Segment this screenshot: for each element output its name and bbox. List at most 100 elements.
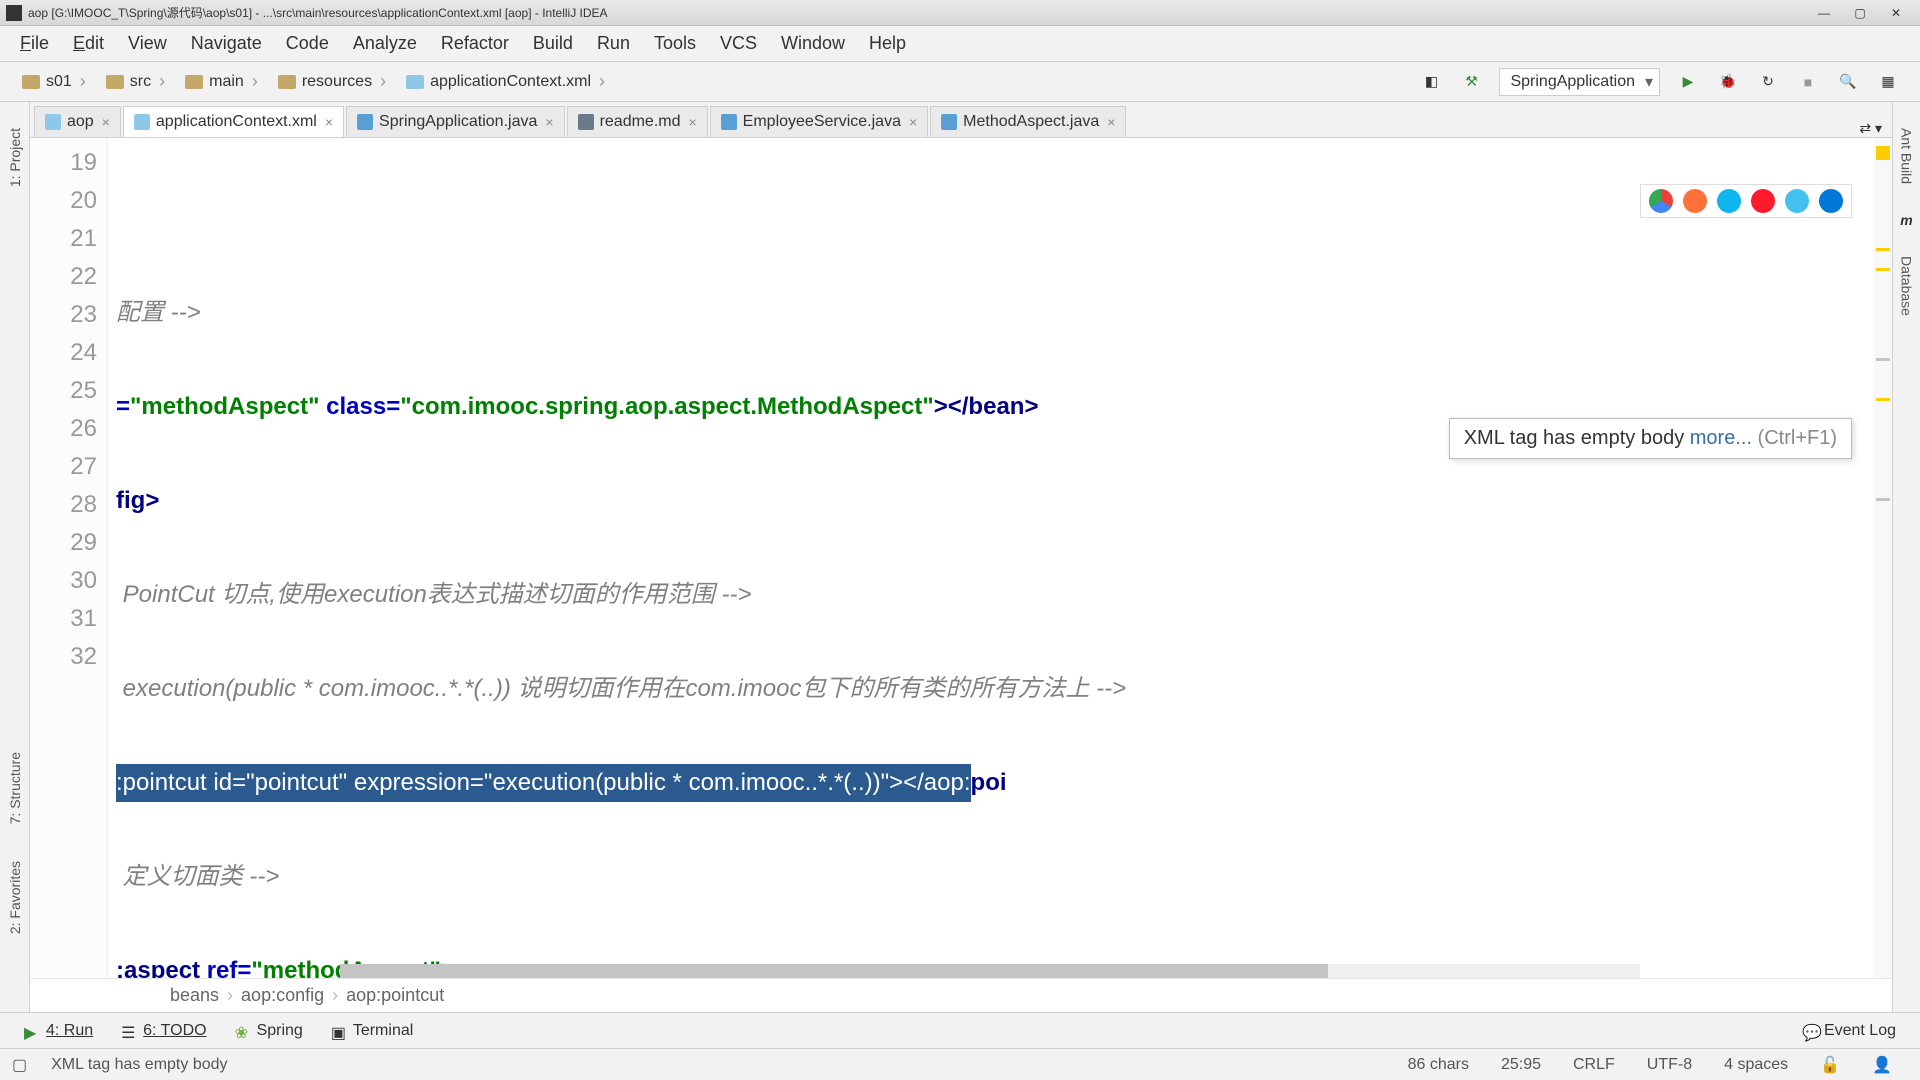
tabs-options[interactable]: ⇄ ▾ <box>1849 120 1892 137</box>
status-bar: ▢ XML tag has empty body 86 chars 25:95 … <box>0 1048 1920 1080</box>
menu-vcs[interactable]: VCS <box>708 27 769 60</box>
editor-area: aop× applicationContext.xml× SpringAppli… <box>30 102 1892 1012</box>
crumb-beans[interactable]: beans <box>170 985 219 1006</box>
status-line-ending[interactable]: CRLF <box>1573 1056 1615 1074</box>
inspection-tooltip: XML tag has empty body more... (Ctrl+F1) <box>1449 418 1852 459</box>
module-icon <box>45 114 61 130</box>
tool-terminal[interactable]: ▣Terminal <box>317 1018 427 1044</box>
tool-run[interactable]: ▶4: Run <box>10 1018 107 1044</box>
tool-spring[interactable]: ❀Spring <box>221 1018 317 1044</box>
app-icon <box>6 5 22 21</box>
firefox-icon[interactable] <box>1683 189 1707 213</box>
tool-event-log[interactable]: 💬Event Log <box>1788 1018 1910 1044</box>
status-window-icon[interactable]: ▢ <box>12 1055 27 1075</box>
tool-structure[interactable]: 7: Structure <box>7 752 23 824</box>
menu-navigate[interactable]: Navigate <box>179 27 274 60</box>
status-chars: 86 chars <box>1408 1056 1469 1074</box>
crumb-project[interactable]: s01 <box>12 69 96 94</box>
coverage-button[interactable]: ↻ <box>1752 66 1784 98</box>
menu-analyze[interactable]: Analyze <box>341 27 429 60</box>
status-position: 25:95 <box>1501 1056 1541 1074</box>
code-content[interactable]: 配置 --> ="methodAspect" class="com.imooc.… <box>108 138 1892 978</box>
tool-project[interactable]: 1: Project <box>7 128 23 187</box>
folder-icon <box>106 75 124 89</box>
tool-maven[interactable]: m <box>1900 202 1912 238</box>
selected-text: :pointcut id="pointcut" expression="exec… <box>116 764 971 802</box>
safari-icon[interactable] <box>1717 189 1741 213</box>
crumb-aop-pointcut[interactable]: aop:pointcut <box>346 985 444 1006</box>
chrome-icon[interactable] <box>1649 189 1673 213</box>
status-indent[interactable]: 4 spaces <box>1724 1056 1788 1074</box>
window-title-bar: aop [G:\IMOOC_T\Spring\源代码\aop\s01] - ..… <box>0 0 1920 26</box>
edge-icon[interactable] <box>1819 189 1843 213</box>
code-editor[interactable]: 19 20 21 22 23 24 25 26 27 28 29 30 31 3… <box>30 138 1892 978</box>
status-encoding[interactable]: UTF-8 <box>1647 1056 1692 1074</box>
run-button[interactable]: ▶ <box>1672 66 1704 98</box>
menu-tools[interactable]: Tools <box>642 27 708 60</box>
inspection-stripe[interactable] <box>1874 138 1892 978</box>
opera-icon[interactable] <box>1751 189 1775 213</box>
menu-bar: File Edit View Navigate Code Analyze Ref… <box>0 26 1920 62</box>
folder-icon <box>185 75 203 89</box>
xml-file-icon <box>134 114 150 130</box>
menu-edit[interactable]: Edit <box>61 27 116 60</box>
build-icon[interactable]: ⚒ <box>1455 66 1487 98</box>
nav-bar: s01 src main resources applicationContex… <box>0 62 1920 102</box>
tab-methodaspect[interactable]: MethodAspect.java× <box>930 106 1126 137</box>
stop-button[interactable]: ■ <box>1792 66 1824 98</box>
close-icon[interactable]: × <box>909 114 917 130</box>
tool-favorites[interactable]: 2: Favorites <box>7 861 23 934</box>
crumb-src[interactable]: src <box>96 69 175 94</box>
tool-ant-build[interactable]: Ant Build <box>1899 128 1915 184</box>
window-title: aop [G:\IMOOC_T\Spring\源代码\aop\s01] - ..… <box>28 4 1806 21</box>
status-hector-icon[interactable]: 👤 <box>1872 1055 1892 1075</box>
class-icon <box>941 114 957 130</box>
menu-window[interactable]: Window <box>769 27 857 60</box>
class-icon <box>357 114 373 130</box>
menu-file[interactable]: File <box>8 27 61 60</box>
class-icon <box>721 114 737 130</box>
crumb-resources[interactable]: resources <box>268 69 396 94</box>
tab-applicationcontext[interactable]: applicationContext.xml× <box>123 106 344 137</box>
crumb-main[interactable]: main <box>175 69 268 94</box>
debug-button[interactable]: 🐞 <box>1712 66 1744 98</box>
crumb-file[interactable]: applicationContext.xml <box>396 69 615 94</box>
browser-preview-icons <box>1640 184 1852 218</box>
crumb-aop-config[interactable]: aop:config <box>241 985 324 1006</box>
close-icon[interactable]: × <box>688 114 696 130</box>
menu-refactor[interactable]: Refactor <box>429 27 521 60</box>
minimize-button[interactable]: — <box>1806 1 1842 25</box>
tool-database[interactable]: Database <box>1899 256 1915 316</box>
close-icon[interactable]: × <box>545 114 553 130</box>
folder-icon <box>278 75 296 89</box>
menu-run[interactable]: Run <box>585 27 642 60</box>
xml-breadcrumbs: beans› aop:config› aop:pointcut <box>30 978 1892 1012</box>
bottom-tool-tabs: ▶4: Run ☰6: TODO ❀Spring ▣Terminal 💬Even… <box>0 1012 1920 1048</box>
target-icon[interactable]: ◧ <box>1415 66 1447 98</box>
search-everywhere-icon[interactable]: 🔍 <box>1832 66 1864 98</box>
tab-employeeservice[interactable]: EmployeeService.java× <box>710 106 928 137</box>
run-config-select[interactable]: SpringApplication <box>1499 68 1660 96</box>
menu-view[interactable]: View <box>116 27 179 60</box>
horizontal-scrollbar[interactable] <box>340 964 1640 978</box>
menu-help[interactable]: Help <box>857 27 918 60</box>
status-lock-icon[interactable]: 🔓 <box>1820 1055 1840 1075</box>
tab-springapplication[interactable]: SpringApplication.java× <box>346 106 565 137</box>
tool-todo[interactable]: ☰6: TODO <box>107 1018 220 1044</box>
xml-file-icon <box>406 75 424 89</box>
close-icon[interactable]: × <box>1107 114 1115 130</box>
menu-build[interactable]: Build <box>521 27 585 60</box>
left-tool-strip: 1: Project 7: Structure 2: Favorites <box>0 102 30 1012</box>
close-icon[interactable]: × <box>102 114 110 130</box>
qq-browser-icon[interactable] <box>1785 189 1809 213</box>
menu-code[interactable]: Code <box>274 27 341 60</box>
close-icon[interactable]: × <box>325 114 333 130</box>
editor-tabs: aop× applicationContext.xml× SpringAppli… <box>30 102 1892 138</box>
tooltip-more-link[interactable]: more... <box>1690 427 1752 449</box>
maximize-button[interactable]: ▢ <box>1842 1 1878 25</box>
tab-aop[interactable]: aop× <box>34 106 121 137</box>
close-button[interactable]: ✕ <box>1878 1 1914 25</box>
tab-readme[interactable]: readme.md× <box>567 106 708 137</box>
status-message: XML tag has empty body <box>51 1056 227 1074</box>
project-structure-icon[interactable]: ▦ <box>1872 66 1904 98</box>
